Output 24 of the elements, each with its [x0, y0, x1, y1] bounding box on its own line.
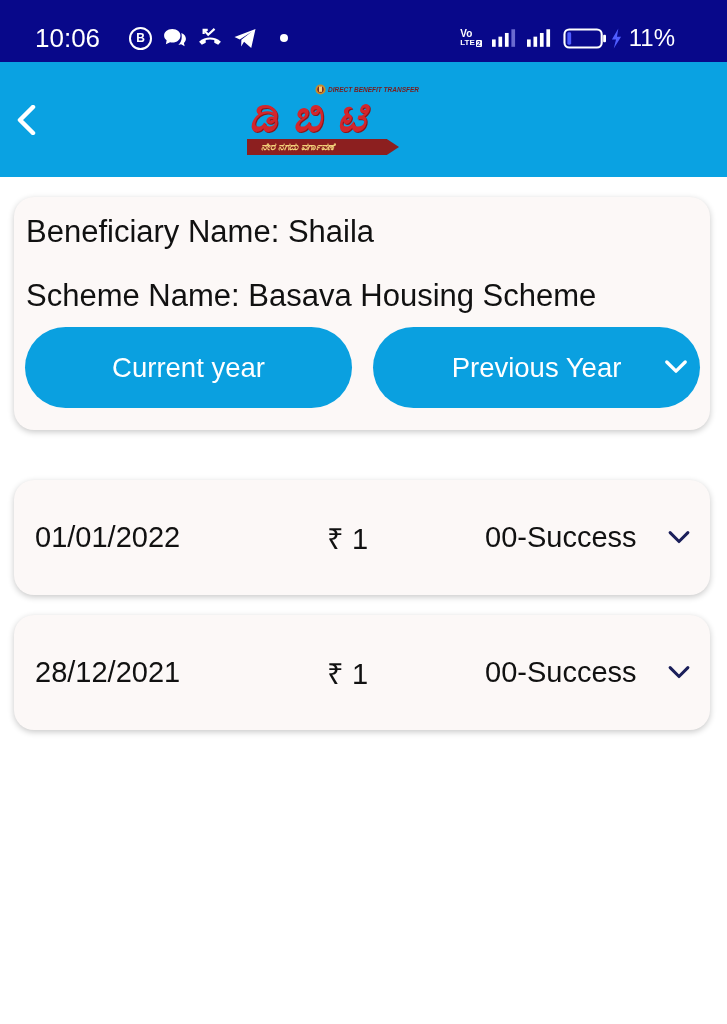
detail-text: Scheme Name: Basava Housing Scheme [25, 277, 598, 315]
app-badge-icon: B [129, 26, 153, 50]
back-chevron-icon [16, 104, 36, 135]
chat-bubbles-icon [163, 28, 188, 48]
logo-subtitle-banner: ನೇರ ನಗದು ವರ್ಗಾವಣೆ [247, 139, 399, 155]
logo-wordmark: ಡಿಬಿಟಿ [249, 95, 381, 137]
battery-percentage: 11% [628, 24, 675, 52]
clock-time: 10:06 [35, 22, 101, 54]
paper-plane-icon [233, 27, 258, 49]
payment-amount: ₹ 1 [327, 657, 370, 692]
payment-card[interactable]: 01/01/2022 ₹ 1 00-Success [14, 480, 710, 595]
payment-date: 28/12/2021 [35, 656, 182, 689]
emblem-icon [315, 84, 326, 95]
payment-date: 01/01/2022 [35, 521, 182, 554]
signal-icon [491, 28, 516, 48]
payment-amount: ₹ 1 [327, 522, 370, 557]
chevron-down-icon [664, 358, 688, 376]
payment-status: 00-Success [485, 521, 638, 554]
dot-icon [280, 34, 289, 42]
signal-icon [526, 28, 551, 48]
battery-icon [562, 27, 607, 49]
payment-status: 00-Success [485, 656, 638, 689]
payment-card[interactable]: 28/12/2021 ₹ 1 00-Success [14, 615, 710, 730]
detail-text: Beneficiary Name: Shaila [25, 213, 376, 251]
